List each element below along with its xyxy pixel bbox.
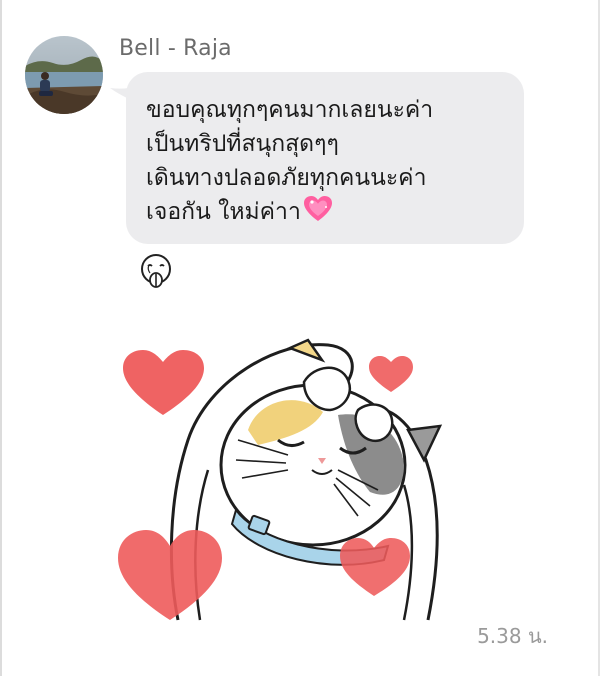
- message-line-2: เป็นทริปที่สนุกสุดๆๆ: [146, 131, 339, 157]
- sparkling-heart-icon: [303, 196, 332, 221]
- sticker-heart-icon: [340, 538, 410, 596]
- message-line-4-text: เจอกัน ใหม่ค่าา: [146, 199, 301, 225]
- message-line-3: เดินทางปลอดภัยทุกคนนะค่า: [146, 165, 427, 191]
- message-line-4: เจอกัน ใหม่ค่าา: [146, 195, 433, 229]
- sticker-heart-icon: [123, 350, 204, 415]
- sender-avatar[interactable]: [25, 36, 103, 114]
- cat-hearts-sticker[interactable]: [108, 320, 460, 638]
- sender-name: Bell - Raja: [119, 36, 232, 61]
- message-text: ขอบคุณทุกๆคนมากเลยนะค่า เป็นทริปที่สนุกส…: [146, 93, 433, 229]
- message-line-1: ขอบคุณทุกๆคนมากเลยนะค่า: [146, 97, 434, 123]
- message-timestamp: 5.38 น.: [477, 624, 548, 648]
- chat-frame: Bell - Raja ขอบคุณทุกๆคนมากเลยนะค่า เป็น…: [0, 0, 600, 676]
- sticker-heart-icon: [369, 356, 413, 392]
- window-left-border: [0, 0, 4, 676]
- praying-face-reaction-icon[interactable]: [138, 253, 174, 289]
